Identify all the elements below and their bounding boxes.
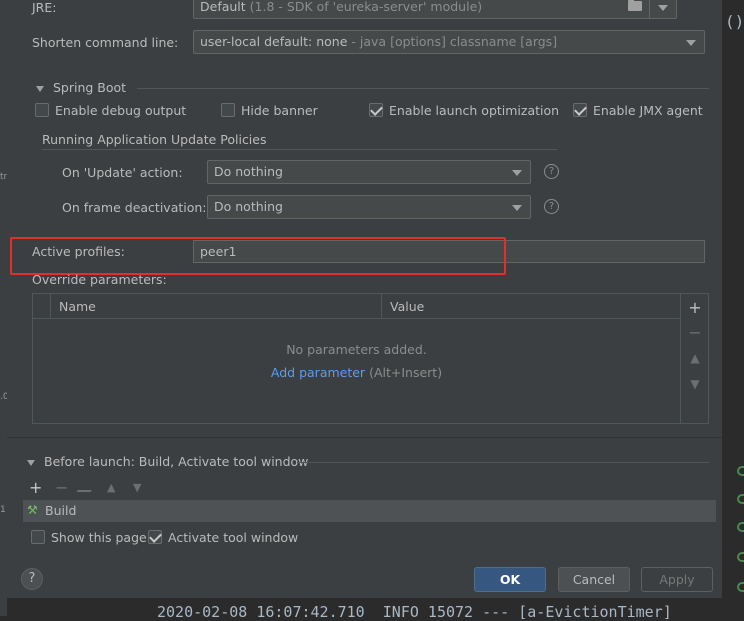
build-task-label: Build: [45, 503, 77, 518]
shorten-value: user-local default: none: [200, 34, 348, 49]
activate-tool-window-label[interactable]: Activate tool window: [168, 530, 298, 545]
chevron-down-icon[interactable]: [512, 170, 522, 176]
collapse-triangle-icon[interactable]: [27, 460, 35, 466]
on-frame-deactivation-combo[interactable]: Do nothing: [207, 195, 531, 219]
highlight-box: [10, 237, 506, 275]
column-name-header[interactable]: Name: [50, 294, 381, 319]
collapse-triangle-icon[interactable]: [36, 86, 44, 92]
edit-task-icon[interactable]: [76, 480, 98, 492]
on-frame-deactivation-label: On frame deactivation:: [62, 200, 207, 215]
show-this-page-checkbox[interactable]: [31, 530, 45, 544]
on-update-label: On 'Update' action:: [62, 165, 183, 180]
spring-boot-title: Spring Boot: [53, 80, 127, 95]
enable-jmx-agent-label[interactable]: Enable JMX agent: [593, 103, 703, 118]
add-parameter-hint: (Alt+Insert): [369, 365, 443, 380]
cancel-button[interactable]: Cancel: [558, 567, 630, 592]
empty-table-text: No parameters added.: [286, 342, 427, 357]
ide-editor-edge: (): [723, 0, 744, 616]
shorten-command-line-combo[interactable]: user-local default: none - java [options…: [193, 30, 705, 54]
move-up-icon[interactable]: ▲: [681, 346, 709, 371]
folder-icon[interactable]: [628, 0, 642, 11]
gutter-c-icon: [737, 494, 744, 504]
move-down-icon[interactable]: ▼: [681, 372, 709, 397]
remove-task-icon[interactable]: −: [55, 478, 68, 497]
chevron-down-icon[interactable]: [658, 5, 668, 11]
remove-icon[interactable]: −: [681, 320, 709, 345]
table-toolbar: + − ▲ ▼: [681, 293, 709, 424]
on-update-value: Do nothing: [214, 164, 283, 179]
jre-combo[interactable]: Default (1.8 - SDK of 'eureka-server' mo…: [193, 0, 677, 19]
ok-button[interactable]: OK: [474, 567, 546, 592]
move-task-down-icon[interactable]: ▼: [133, 481, 141, 494]
gutter-c-icon: [737, 552, 744, 562]
help-button[interactable]: ?: [21, 568, 43, 590]
chevron-down-icon[interactable]: [512, 205, 522, 211]
override-parameters-label: Override parameters:: [32, 272, 167, 287]
before-launch-title: Before launch: Build, Activate tool wind…: [44, 454, 309, 469]
editor-paren: (): [725, 12, 744, 31]
activate-tool-window-checkbox[interactable]: [148, 530, 162, 544]
show-this-page-label[interactable]: Show this page: [51, 530, 147, 545]
gutter-c-icon: [737, 582, 744, 592]
jre-label: JRE:: [32, 0, 57, 15]
hammer-icon: ⚒: [27, 503, 38, 517]
add-icon[interactable]: +: [681, 295, 709, 320]
help-icon[interactable]: ?: [544, 164, 559, 179]
help-icon[interactable]: ?: [544, 199, 559, 214]
enable-jmx-agent-checkbox[interactable]: [573, 103, 587, 117]
shorten-detail: - java [options] classname [args]: [351, 34, 558, 49]
jre-detail: (1.8 - SDK of 'eureka-server' module): [249, 0, 483, 14]
enable-launch-optimization-checkbox[interactable]: [369, 103, 383, 117]
on-update-combo[interactable]: Do nothing: [207, 160, 531, 184]
enable-debug-output-checkbox[interactable]: [35, 103, 49, 117]
jre-value: Default: [200, 0, 246, 14]
move-task-up-icon[interactable]: ▲: [107, 481, 115, 494]
column-value-header[interactable]: Value: [381, 294, 681, 319]
console-line: 2020-02-08 16:07:42.710 INFO 15072 --- […: [157, 603, 672, 621]
update-policies-title: Running Application Update Policies: [42, 132, 267, 147]
console-output: 2020-02-08 16:07:42.710 INFO 15072 --- […: [140, 598, 744, 621]
on-frame-value: Do nothing: [214, 199, 283, 214]
ide-left-gutter: tr .0 1: [0, 0, 9, 616]
add-parameter-row: Add parameter (Alt+Insert): [33, 365, 680, 380]
hide-banner-label[interactable]: Hide banner: [241, 103, 318, 118]
gutter-c-icon: [737, 466, 744, 476]
add-task-icon[interactable]: +: [29, 478, 42, 497]
chevron-down-icon[interactable]: [686, 40, 696, 46]
override-parameters-table[interactable]: Name Value No parameters added. Add para…: [32, 293, 681, 424]
add-parameter-link[interactable]: Add parameter: [271, 365, 365, 380]
before-launch-item[interactable]: ⚒ Build: [23, 500, 716, 522]
run-configuration-dialog: JRE: Default (1.8 - SDK of 'eureka-serve…: [7, 0, 723, 598]
apply-button[interactable]: Apply: [641, 567, 713, 592]
hide-banner-checkbox[interactable]: [221, 103, 235, 117]
enable-debug-output-label[interactable]: Enable debug output: [55, 103, 186, 118]
shorten-label: Shorten command line:: [32, 35, 179, 50]
table-header: Name Value: [33, 294, 680, 319]
enable-launch-optimization-label[interactable]: Enable launch optimization: [389, 103, 559, 118]
gutter-c-icon: [737, 522, 744, 532]
